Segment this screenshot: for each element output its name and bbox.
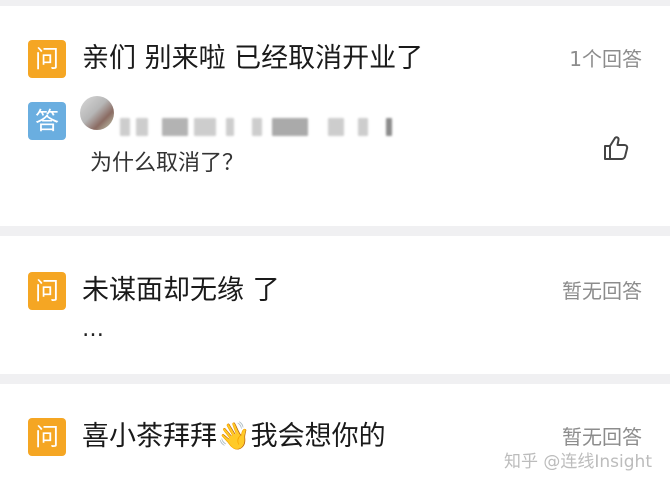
answer-text[interactable]: 为什么取消了？ [90, 148, 244, 180]
question-text[interactable]: 亲们 别来啦 已经取消开业了 [82, 40, 423, 78]
answer-badge: 答 [28, 102, 66, 140]
question-text[interactable]: 未谋面却无缘 了 [82, 272, 280, 310]
answer-count[interactable]: 暂无回答 [562, 272, 642, 310]
question-badge: 问 [28, 40, 66, 78]
watermark: 知乎 @连线Insight [503, 452, 652, 472]
blurred-username [102, 116, 402, 138]
question-extra: … [82, 317, 105, 342]
thumbs-up-icon[interactable] [602, 134, 630, 162]
question-badge: 问 [28, 272, 66, 310]
question-badge: 问 [28, 418, 66, 456]
answer-count[interactable]: 暂无回答 [562, 418, 642, 456]
question-text[interactable]: 喜小茶拜拜👋我会想你的 [82, 418, 386, 456]
answer-count[interactable]: 1个回答 [569, 40, 642, 78]
